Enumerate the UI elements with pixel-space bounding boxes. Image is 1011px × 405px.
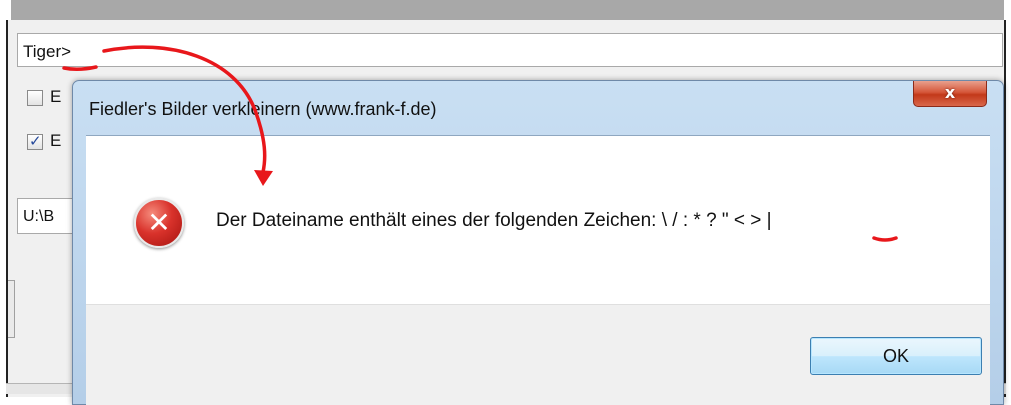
error-icon: ✕ (134, 198, 184, 248)
background-control-edge (8, 280, 15, 338)
checkbox-option-1-label: E (50, 87, 62, 106)
error-message: Der Dateiname enthält eines der folgende… (216, 210, 772, 231)
filename-input[interactable]: Tiger> (17, 33, 1003, 67)
close-icon: x (944, 83, 956, 102)
error-x-glyph: ✕ (147, 206, 171, 239)
dialog-title: Fiedler's Bilder verkleinern (www.frank-… (89, 99, 437, 119)
checkbox-option-2[interactable]: ✓ (27, 132, 43, 150)
checkmark-icon: ✓ (29, 132, 42, 150)
checkbox-option-1[interactable] (27, 90, 43, 106)
background-title-bar (11, 0, 1004, 20)
error-dialog: Fiedler's Bilder verkleinern (www.frank-… (72, 80, 1004, 405)
close-button[interactable]: x (913, 81, 987, 107)
checkbox-option-2-label: E (50, 131, 62, 150)
dialog-content: ✕ Der Dateiname enthält eines der folgen… (86, 135, 990, 305)
ok-button[interactable]: OK (810, 337, 982, 375)
dialog-footer: OK (86, 304, 990, 405)
